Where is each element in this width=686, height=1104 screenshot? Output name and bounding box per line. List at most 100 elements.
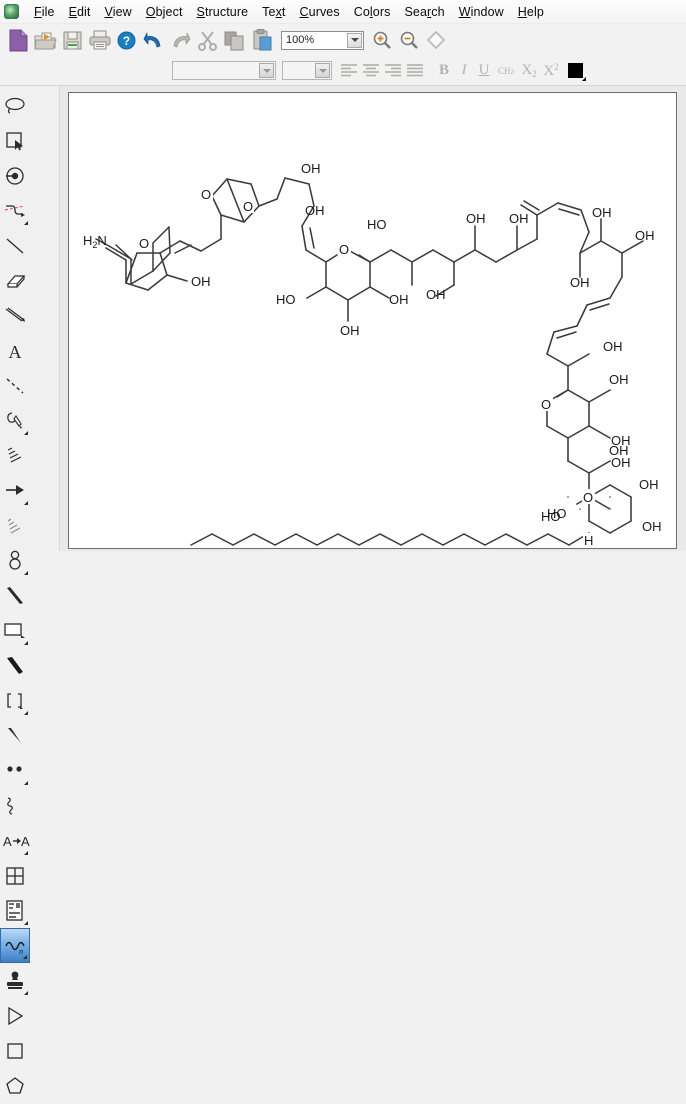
line-tool[interactable] — [0, 228, 30, 263]
diamond-shape-icon[interactable] — [422, 26, 449, 54]
menu-item-window[interactable]: Window — [452, 3, 511, 21]
atom-label-oh: OH — [466, 211, 486, 226]
app-logo-icon — [4, 4, 19, 19]
zoom-out-icon[interactable] — [395, 26, 422, 54]
zoom-level-value: 100% — [286, 34, 315, 46]
hashed-wedge-tool[interactable] — [0, 438, 30, 473]
arrow-tool[interactable] — [0, 473, 30, 508]
menu-item-edit[interactable]: Edit — [62, 3, 98, 21]
zoom-in-icon[interactable] — [368, 26, 395, 54]
wedge-bond-tool[interactable] — [0, 578, 30, 613]
text-color-swatch[interactable] — [568, 63, 586, 81]
svg-text:?: ? — [123, 34, 130, 48]
chevron-down-icon[interactable] — [347, 32, 362, 48]
menu-bar: FFileile Edit View Object Structure Text… — [0, 0, 686, 24]
hashed-bond-tool[interactable] — [0, 508, 30, 543]
tool-palette: A A A n — [0, 86, 60, 1094]
zoom-level-combobox[interactable]: 100% — [281, 30, 364, 50]
structure-drawing-canvas[interactable]: H2N O OH O O OH OH O HO OH OH OH HO OH O… — [68, 92, 677, 549]
underline-button[interactable]: U — [474, 62, 494, 79]
atom-label-oh: OH — [639, 477, 659, 492]
align-right-icon[interactable] — [382, 60, 404, 82]
squiggle-bond-tool[interactable] — [0, 788, 30, 823]
hexagon-tool[interactable] — [0, 1103, 30, 1104]
paste-icon[interactable] — [248, 26, 275, 54]
format-toolbar: B I U CH2 X2 X2 — [0, 56, 686, 86]
font-size-value — [283, 66, 287, 78]
text-tool[interactable]: A — [0, 333, 30, 368]
marquee-select-tool[interactable] — [0, 123, 30, 158]
menu-item-structure[interactable]: Structure — [190, 3, 256, 21]
bold-button[interactable]: B — [434, 62, 454, 79]
canvas-container: H2N O OH O O OH OH O HO OH OH OH HO OH O… — [60, 86, 686, 551]
pen-tool[interactable] — [0, 403, 30, 438]
atom-label-o: O — [201, 187, 211, 202]
chevron-down-icon[interactable] — [259, 63, 274, 78]
subscript-button[interactable]: X2 — [518, 62, 540, 79]
formula-button[interactable]: CH2 — [494, 66, 518, 76]
bold-bond-tool[interactable] — [0, 298, 30, 333]
atom-label-oh: OH — [191, 274, 211, 289]
undo-icon[interactable] — [140, 26, 167, 54]
atom-label-ho: HO — [276, 292, 296, 307]
menu-item-file[interactable]: FFileile — [27, 3, 62, 21]
atom-label-oh: OH — [635, 228, 655, 243]
svg-text:n: n — [19, 947, 23, 955]
align-center-icon[interactable] — [360, 60, 382, 82]
target-move-tool[interactable] — [0, 158, 30, 193]
copy-icon[interactable] — [221, 26, 248, 54]
rectangle-frame-tool[interactable] — [0, 613, 30, 648]
menu-item-text[interactable]: Text — [255, 3, 292, 21]
font-name-combobox[interactable] — [172, 61, 276, 80]
dashed-path-tool[interactable] — [0, 193, 30, 228]
cut-icon[interactable] — [194, 26, 221, 54]
table-grid-tool[interactable] — [0, 858, 30, 893]
lasso-select-tool[interactable] — [0, 88, 30, 123]
menu-item-help[interactable]: Help — [511, 3, 551, 21]
menu-item-colors[interactable]: Colors — [347, 3, 398, 21]
superscript-button[interactable]: X2 — [540, 62, 562, 80]
italic-button[interactable]: I — [454, 62, 474, 79]
font-size-combobox[interactable] — [282, 61, 332, 80]
atom-label-ho: HO — [367, 217, 387, 232]
polyketide-polyol-macrolide-structure: H2N O OH O O OH OH O HO OH OH OH HO OH O… — [83, 161, 662, 548]
bracket-tool[interactable] — [0, 683, 30, 718]
new-document-icon[interactable] — [5, 26, 32, 54]
main-toolbar: ? 100% — [0, 24, 686, 56]
eraser-tool[interactable] — [0, 263, 30, 298]
triangle-tool[interactable] — [0, 998, 30, 1033]
font-name-value — [173, 66, 177, 78]
solid-wedge-tool[interactable] — [0, 648, 30, 683]
orbital-tool[interactable] — [0, 543, 30, 578]
chevron-down-icon[interactable] — [315, 63, 330, 78]
stamp-tool[interactable] — [0, 963, 30, 998]
atom-label-o: O — [243, 199, 253, 214]
atom-label-oh: OH — [340, 323, 360, 338]
atom-label-oh: OH — [426, 287, 446, 302]
menu-item-search[interactable]: Search — [397, 3, 451, 21]
dashed-bond-tool[interactable] — [0, 368, 30, 403]
pentagon-tool[interactable] — [0, 1068, 30, 1103]
polymer-chain-tool[interactable]: n — [0, 928, 30, 963]
atom-label-h: H — [584, 533, 593, 548]
redo-icon[interactable] — [167, 26, 194, 54]
open-folder-icon[interactable] — [32, 26, 59, 54]
atom-label-oh: OH — [509, 211, 529, 226]
atom-label-oh: OH — [603, 339, 623, 354]
align-left-icon[interactable] — [338, 60, 360, 82]
template-page-tool[interactable] — [0, 893, 30, 928]
square-tool[interactable] — [0, 1033, 30, 1068]
atom-label-oh: OH — [570, 275, 590, 290]
menu-item-object[interactable]: Object — [139, 3, 190, 21]
menu-item-curves[interactable]: Curves — [293, 3, 347, 21]
electron-pair-tool[interactable] — [0, 753, 30, 788]
menu-item-view[interactable]: View — [98, 3, 139, 21]
atom-label-o: O — [139, 236, 149, 251]
print-icon[interactable] — [86, 26, 113, 54]
atom-label-o: O — [541, 397, 551, 412]
narrow-wedge-tool[interactable] — [0, 718, 30, 753]
atom-replace-tool[interactable]: AA — [0, 823, 30, 858]
help-icon[interactable]: ? — [113, 26, 140, 54]
align-justify-icon[interactable] — [404, 60, 426, 82]
save-icon[interactable] — [59, 26, 86, 54]
